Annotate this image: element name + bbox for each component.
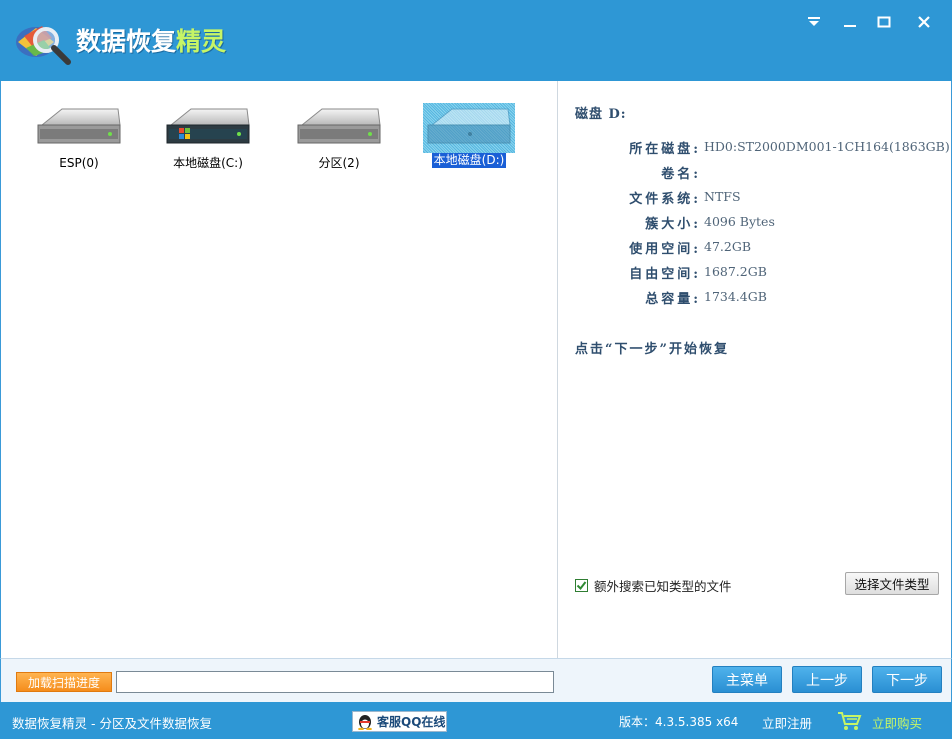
- version-text: 版本：4.3.5.385 x64: [619, 715, 739, 729]
- info-value: 1734.4GB: [704, 289, 767, 304]
- drive-list-pane: ESP(0) 本地磁盘(C:) 分区(2) 本地磁盘(D:): [2, 81, 558, 658]
- drive-label: 本地磁盘(C:): [173, 156, 243, 170]
- info-row-disk: 所在磁盘: HD0:ST2000DM001-1CH164(1863GB): [575, 138, 952, 158]
- buy-now-link[interactable]: 立即购买: [872, 713, 922, 732]
- info-key: 自由空间:: [629, 267, 701, 282]
- drive-partition-2[interactable]: 分区(2): [293, 103, 385, 171]
- status-bar: 数据恢复精灵 - 分区及文件数据恢复 客服QQ在线 版本：4.3.5.385 x…: [0, 702, 952, 739]
- next-step-hint: 点击“下一步”开始恢复: [575, 342, 729, 357]
- minimize-icon[interactable]: [837, 10, 863, 34]
- info-value: 4096 Bytes: [704, 214, 775, 229]
- checkbox-checked-icon[interactable]: [575, 579, 588, 592]
- main-menu-button[interactable]: 主菜单: [712, 666, 782, 693]
- menu-icon[interactable]: [801, 10, 827, 34]
- hard-drive-icon: [37, 108, 121, 144]
- select-file-type-button[interactable]: 选择文件类型: [845, 572, 939, 595]
- info-key: 总容量:: [645, 292, 701, 307]
- extra-search-option[interactable]: 额外搜索已知类型的文件: [575, 576, 732, 595]
- qq-penguin-icon: [358, 714, 372, 730]
- status-text: 数据恢复精灵 - 分区及文件数据恢复: [12, 716, 212, 731]
- bottom-toolbar: 加载扫描进度 主菜单 上一步 下一步: [0, 658, 952, 702]
- load-scan-progress-button[interactable]: 加载扫描进度: [16, 672, 112, 692]
- register-link[interactable]: 立即注册: [762, 713, 812, 732]
- qq-support-button[interactable]: 客服QQ在线: [352, 711, 447, 732]
- disk-title: 磁盘 D:: [575, 107, 627, 122]
- next-step-button[interactable]: 下一步: [872, 666, 942, 693]
- close-icon[interactable]: [911, 10, 937, 34]
- path-input[interactable]: [116, 671, 554, 693]
- info-value: HD0:ST2000DM001-1CH164(1863GB): [704, 139, 950, 154]
- info-key: 簇大小:: [645, 217, 701, 232]
- main-area: ESP(0) 本地磁盘(C:) 分区(2) 本地磁盘(D:) 磁盘 D: 所在磁…: [0, 81, 952, 658]
- disk-info-pane: 磁盘 D: 所在磁盘: HD0:ST2000DM001-1CH164(1863G…: [559, 81, 951, 658]
- drive-local-c[interactable]: 本地磁盘(C:): [162, 103, 254, 171]
- info-key: 文件系统:: [629, 192, 701, 207]
- info-row-free: 自由空间: 1687.2GB: [575, 263, 952, 283]
- info-key: 所在磁盘:: [629, 142, 701, 157]
- info-row-used: 使用空间: 47.2GB: [575, 238, 952, 258]
- info-row-cluster: 簇大小: 4096 Bytes: [575, 213, 952, 233]
- drive-label: 分区(2): [318, 156, 360, 170]
- info-row-volume: 卷名:: [575, 163, 952, 183]
- windows-drive-icon: [166, 108, 250, 144]
- app-title: 数据恢复精灵: [76, 27, 227, 56]
- info-value: 47.2GB: [704, 239, 752, 254]
- drive-esp[interactable]: ESP(0): [33, 103, 125, 171]
- info-key: 使用空间:: [629, 242, 701, 257]
- info-key: 卷名:: [661, 167, 701, 182]
- hard-drive-icon: [427, 108, 511, 144]
- info-value: NTFS: [704, 189, 741, 204]
- prev-step-button[interactable]: 上一步: [792, 666, 862, 693]
- qq-label: 客服QQ在线: [377, 715, 446, 729]
- drive-label: 本地磁盘(D:): [431, 153, 507, 168]
- extra-search-label: 额外搜索已知类型的文件: [594, 579, 732, 594]
- cart-icon[interactable]: [836, 710, 862, 732]
- drive-local-d[interactable]: 本地磁盘(D:): [423, 103, 515, 168]
- hard-drive-icon: [297, 108, 381, 144]
- maximize-icon[interactable]: [871, 10, 897, 34]
- info-row-filesystem: 文件系统: NTFS: [575, 188, 952, 208]
- app-logo-icon: [16, 26, 71, 65]
- drive-label: ESP(0): [59, 156, 99, 170]
- info-value: 1687.2GB: [704, 264, 767, 279]
- info-row-total: 总容量: 1734.4GB: [575, 288, 952, 308]
- title-bar[interactable]: 数据恢复精灵: [0, 0, 952, 81]
